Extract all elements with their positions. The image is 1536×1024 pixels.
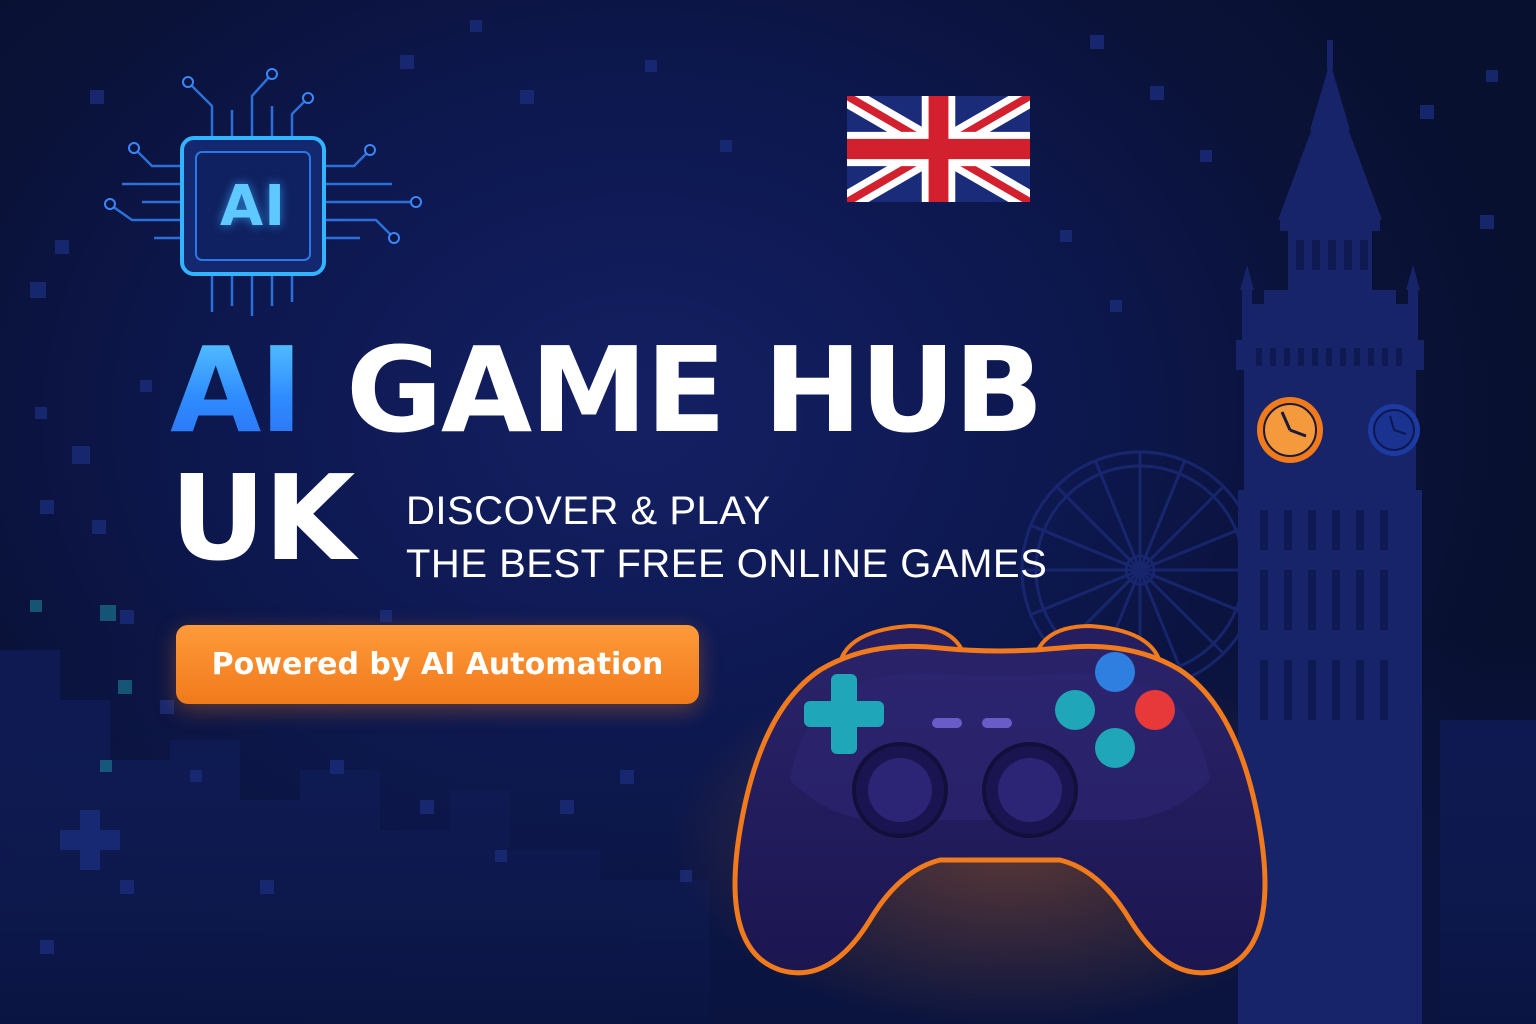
tagline-line2: THE BEST FREE ONLINE GAMES	[406, 542, 1048, 586]
tagline-line1: DISCOVER & PLAY	[406, 489, 771, 533]
title-second-line: UK	[170, 449, 355, 587]
powered-by-button[interactable]: Powered by AI Automation	[176, 625, 699, 704]
title-highlight: AI	[170, 321, 303, 459]
chip-label: AI	[219, 173, 287, 239]
title-main: GAME HUB	[346, 321, 1044, 459]
gamepad-icon	[732, 623, 1268, 976]
uk-flag-icon	[847, 96, 1030, 202]
banner-stage: AI AI GAME HUB UK DISCOVER & PLAY THE BE…	[0, 0, 1536, 1024]
